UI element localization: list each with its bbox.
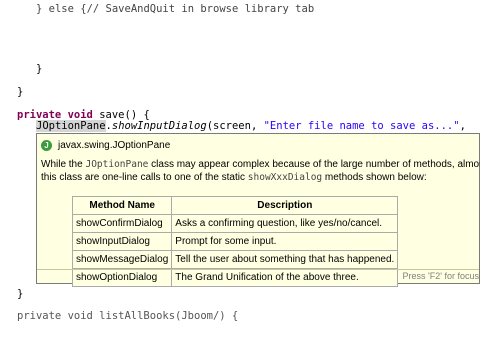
call-args: (screen, (206, 120, 264, 132)
table-header-row: Method Name Description (71, 196, 399, 215)
desc-code: JOptionPane (85, 159, 149, 170)
description-cell: Prompt for some input. (171, 232, 399, 251)
method-name-cell: showInputDialog (71, 232, 173, 251)
desc-text: methods shown below: (322, 172, 427, 183)
method-name-cell: showMessageDialog (71, 250, 173, 269)
tooltip-status-bar: Press 'F2' for focus (37, 269, 479, 284)
table-row: showConfirmDialog Asks a confirming ques… (71, 214, 399, 233)
hovered-class-name[interactable]: JOptionPane (36, 120, 106, 132)
code-line: private void listAllBooks(Jboom/) { (17, 310, 239, 322)
tooltip-title: javax.swing.JOptionPane (58, 139, 171, 151)
desc-text: class may appear complex because of the … (151, 159, 480, 170)
description-cell: Asks a confirming question, like yes/no/… (171, 214, 399, 233)
code-line: } (17, 86, 24, 98)
method-name-cell: showConfirmDialog (71, 214, 173, 233)
method-call: showInputDialog (111, 120, 207, 132)
column-header: Description (171, 196, 399, 215)
string-literal: "Enter file name to save as..." (263, 120, 460, 132)
code-line: } (17, 288, 24, 300)
video-frame: } else {// SaveAndQuit in browse library… (0, 0, 480, 360)
desc-code: showXxxDialog (247, 172, 323, 183)
table-row: showInputDialog Prompt for some input. (71, 232, 399, 251)
desc-text: this class are one-line calls to one of … (41, 172, 248, 183)
table-row: showMessageDialog Tell the user about so… (71, 250, 399, 269)
class-icon: J (41, 139, 52, 151)
comma: , (459, 120, 466, 132)
code-line-joptionpane: JOptionPane.showInputDialog(screen, "Ent… (36, 119, 466, 133)
column-header: Method Name (71, 196, 173, 215)
code-line: } else {// SaveAndQuit in browse library… (36, 3, 315, 15)
desc-text: While the (41, 159, 86, 170)
tooltip-header: J javax.swing.JOptionPane (41, 138, 170, 152)
focus-hint: Press 'F2' for focus (402, 271, 479, 281)
tooltip-description: While the JOptionPane class may appear c… (41, 158, 480, 184)
javadoc-hover-tooltip[interactable]: J javax.swing.JOptionPane While the JOpt… (36, 133, 480, 287)
description-cell: Tell the user about something that has h… (171, 250, 399, 269)
code-line: } (36, 63, 43, 75)
